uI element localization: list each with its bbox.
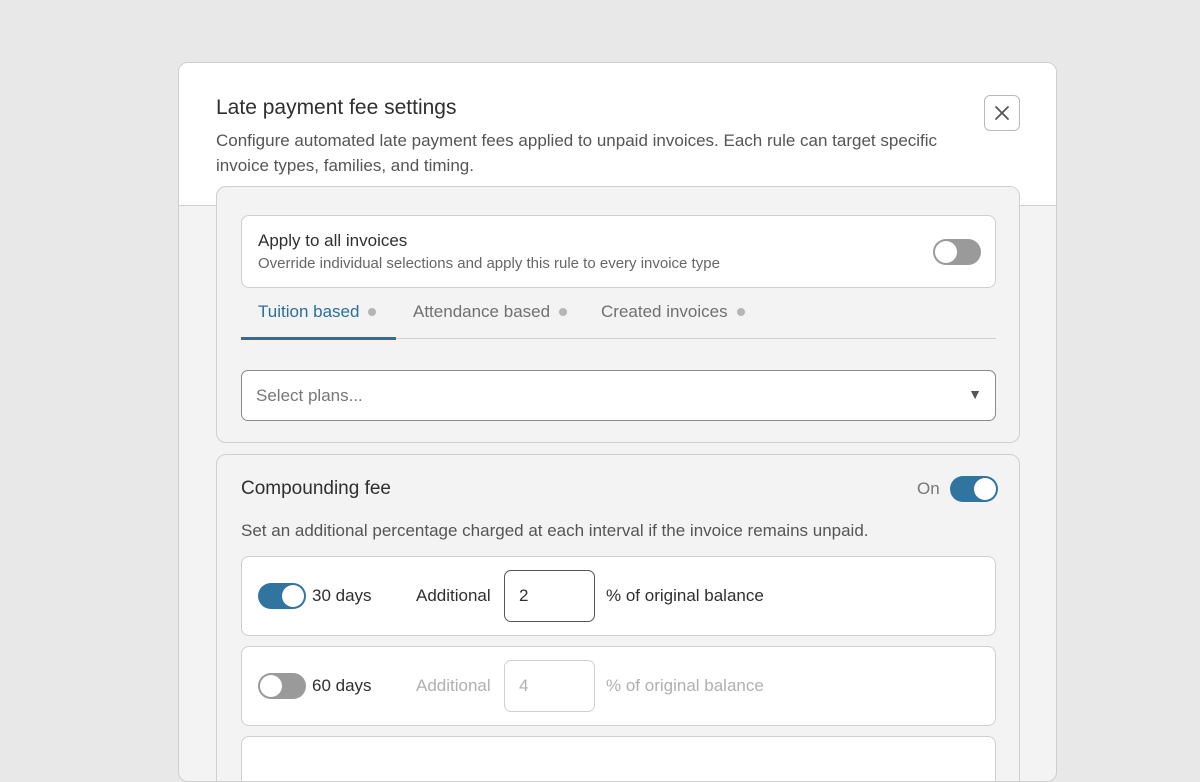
toggle-knob — [935, 241, 957, 263]
tab-label: Tuition based — [258, 302, 360, 321]
interval-toggle[interactable] — [258, 673, 306, 699]
modal-header: Late payment fee settings Configure auto… — [179, 63, 1056, 206]
status-dot — [559, 308, 568, 316]
apply-all-subtitle: Override individual selections and apply… — [258, 255, 720, 272]
interval-percent-input[interactable] — [504, 570, 595, 622]
select-plans-placeholder: Select plans... — [256, 386, 363, 405]
status-dot — [368, 308, 377, 316]
tab-created-invoices[interactable]: Created invoices — [601, 302, 745, 339]
interval-percent-input[interactable] — [504, 660, 595, 712]
tab-tuition-based[interactable]: Tuition based — [240, 302, 397, 340]
interval-toggle[interactable] — [258, 583, 306, 609]
interval-additional-label: Additional — [416, 586, 491, 605]
close-icon — [995, 106, 1009, 120]
close-button[interactable] — [984, 95, 1020, 131]
compounding-fee-title: Compounding fee — [241, 478, 391, 499]
apply-all-toggle[interactable] — [933, 239, 981, 265]
tab-attendance-based[interactable]: Attendance based — [413, 302, 568, 339]
apply-all-invoices-box: Apply to all invoices Override individua… — [241, 215, 996, 288]
compounding-fee-toggle[interactable] — [950, 476, 998, 502]
compounding-fee-card: Compounding fee On Set an additional per… — [216, 454, 1020, 781]
tab-label: Created invoices — [601, 302, 728, 321]
interval-row-partial — [241, 736, 996, 781]
interval-suffix-label: % of original balance — [606, 586, 764, 605]
interval-row-60-days: 60 days Additional % of original balance — [241, 646, 996, 726]
chevron-down-icon: ▼ — [968, 386, 982, 402]
interval-days-label: 30 days — [312, 586, 372, 605]
compounding-fee-description: Set an additional percentage charged at … — [241, 521, 869, 540]
interval-suffix-label: % of original balance — [606, 676, 764, 695]
toggle-knob — [974, 478, 996, 500]
invoice-selection-card: Apply to all invoices Override individua… — [216, 186, 1020, 443]
apply-all-title: Apply to all invoices — [258, 231, 408, 250]
modal-description: Configure automated late payment fees ap… — [216, 131, 938, 175]
invoice-type-tabs: Tuition based Attendance based Created i… — [240, 302, 996, 340]
toggle-knob — [260, 675, 282, 697]
interval-additional-label: Additional — [416, 676, 491, 695]
compounding-state-label: On — [917, 479, 940, 498]
toggle-knob — [282, 585, 304, 607]
modal-title: Late payment fee settings — [216, 96, 457, 119]
tab-label: Attendance based — [413, 302, 551, 321]
status-dot — [736, 308, 745, 316]
interval-days-label: 60 days — [312, 676, 372, 695]
interval-row-30-days: 30 days Additional % of original balance — [241, 556, 996, 636]
late-fee-settings-modal: Late payment fee settings Configure auto… — [178, 62, 1057, 782]
modal-body: Apply to all invoices Override individua… — [179, 186, 1056, 781]
select-plans-dropdown[interactable]: Select plans... ▼ — [241, 370, 996, 421]
